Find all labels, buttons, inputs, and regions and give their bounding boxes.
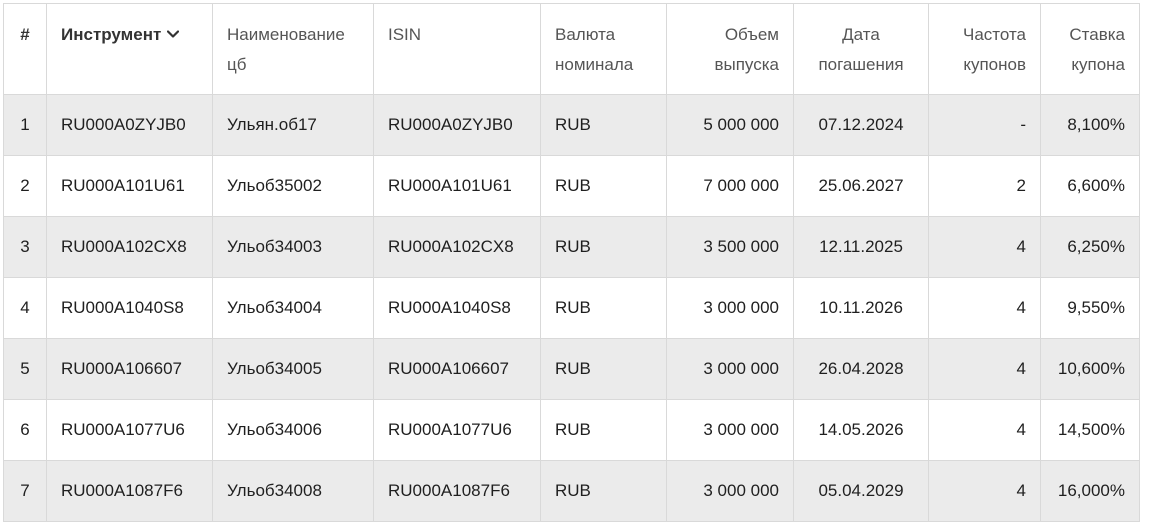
cell-isin: RU000A0ZYJB0 xyxy=(373,94,541,156)
cell-volume: 3 000 000 xyxy=(666,277,794,339)
cell-frequency: 4 xyxy=(928,338,1041,400)
column-header-instrument[interactable]: Инструмент xyxy=(46,3,213,95)
chevron-down-icon[interactable] xyxy=(167,30,180,38)
cell-instrument: RU000A1077U6 xyxy=(46,399,213,461)
cell-instrument: RU000A102CX8 xyxy=(46,216,213,278)
cell-maturity: 05.04.2029 xyxy=(793,460,929,522)
cell-maturity: 10.11.2026 xyxy=(793,277,929,339)
cell-rate: 16,000% xyxy=(1040,460,1140,522)
table-row: 7 RU000A1087F6 Ульоб34008 RU000A1087F6 R… xyxy=(3,460,1140,522)
cell-name: Ульоб34006 xyxy=(212,399,374,461)
cell-currency: RUB xyxy=(540,94,667,156)
cell-volume: 3 000 000 xyxy=(666,399,794,461)
table-row: 4 RU000A1040S8 Ульоб34004 RU000A1040S8 R… xyxy=(3,277,1140,339)
cell-instrument: RU000A1087F6 xyxy=(46,460,213,522)
cell-index: 7 xyxy=(3,460,47,522)
cell-name: Ульян.об17 xyxy=(212,94,374,156)
cell-rate: 9,550% xyxy=(1040,277,1140,339)
cell-name: Ульоб34003 xyxy=(212,216,374,278)
cell-rate: 6,250% xyxy=(1040,216,1140,278)
cell-volume: 3 000 000 xyxy=(666,460,794,522)
cell-index: 1 xyxy=(3,94,47,156)
cell-instrument: RU000A101U61 xyxy=(46,155,213,217)
cell-frequency: - xyxy=(928,94,1041,156)
cell-name: Ульоб35002 xyxy=(212,155,374,217)
cell-maturity: 07.12.2024 xyxy=(793,94,929,156)
bonds-table: # Инструмент Наименование цб ISIN Валюта… xyxy=(3,3,1140,522)
cell-isin: RU000A106607 xyxy=(373,338,541,400)
cell-frequency: 4 xyxy=(928,399,1041,461)
cell-index: 6 xyxy=(3,399,47,461)
table-row: 1 RU000A0ZYJB0 Ульян.об17 RU000A0ZYJB0 R… xyxy=(3,94,1140,156)
cell-rate: 8,100% xyxy=(1040,94,1140,156)
column-header-currency[interactable]: Валюта номинала xyxy=(540,3,667,95)
cell-instrument: RU000A0ZYJB0 xyxy=(46,94,213,156)
cell-index: 2 xyxy=(3,155,47,217)
cell-isin: RU000A1077U6 xyxy=(373,399,541,461)
cell-frequency: 4 xyxy=(928,277,1041,339)
cell-volume: 5 000 000 xyxy=(666,94,794,156)
column-header-index: # xyxy=(3,3,47,95)
cell-volume: 3 500 000 xyxy=(666,216,794,278)
cell-maturity: 14.05.2026 xyxy=(793,399,929,461)
cell-volume: 7 000 000 xyxy=(666,155,794,217)
cell-currency: RUB xyxy=(540,155,667,217)
cell-isin: RU000A102CX8 xyxy=(373,216,541,278)
table-body: 1 RU000A0ZYJB0 Ульян.об17 RU000A0ZYJB0 R… xyxy=(3,94,1140,522)
table-row: 3 RU000A102CX8 Ульоб34003 RU000A102CX8 R… xyxy=(3,216,1140,278)
cell-maturity: 26.04.2028 xyxy=(793,338,929,400)
bonds-table-container: # Инструмент Наименование цб ISIN Валюта… xyxy=(3,3,1140,522)
cell-maturity: 12.11.2025 xyxy=(793,216,929,278)
cell-name: Ульоб34005 xyxy=(212,338,374,400)
cell-instrument: RU000A1040S8 xyxy=(46,277,213,339)
cell-currency: RUB xyxy=(540,399,667,461)
cell-rate: 6,600% xyxy=(1040,155,1140,217)
column-header-maturity[interactable]: Дата погашения xyxy=(793,3,929,95)
cell-maturity: 25.06.2027 xyxy=(793,155,929,217)
cell-index: 4 xyxy=(3,277,47,339)
cell-index: 3 xyxy=(3,216,47,278)
cell-currency: RUB xyxy=(540,338,667,400)
cell-name: Ульоб34004 xyxy=(212,277,374,339)
table-header: # Инструмент Наименование цб ISIN Валюта… xyxy=(3,3,1140,95)
column-header-volume[interactable]: Объем выпуска xyxy=(666,3,794,95)
table-row: 5 RU000A106607 Ульоб34005 RU000A106607 R… xyxy=(3,338,1140,400)
cell-rate: 14,500% xyxy=(1040,399,1140,461)
cell-name: Ульоб34008 xyxy=(212,460,374,522)
cell-isin: RU000A1040S8 xyxy=(373,277,541,339)
cell-isin: RU000A101U61 xyxy=(373,155,541,217)
cell-frequency: 2 xyxy=(928,155,1041,217)
cell-isin: RU000A1087F6 xyxy=(373,460,541,522)
column-header-frequency[interactable]: Частота купонов xyxy=(928,3,1041,95)
table-row: 2 RU000A101U61 Ульоб35002 RU000A101U61 R… xyxy=(3,155,1140,217)
table-row: 6 RU000A1077U6 Ульоб34006 RU000A1077U6 R… xyxy=(3,399,1140,461)
cell-instrument: RU000A106607 xyxy=(46,338,213,400)
column-header-rate[interactable]: Ставка купона xyxy=(1040,3,1140,95)
cell-index: 5 xyxy=(3,338,47,400)
cell-currency: RUB xyxy=(540,460,667,522)
header-row: # Инструмент Наименование цб ISIN Валюта… xyxy=(3,3,1140,95)
cell-frequency: 4 xyxy=(928,216,1041,278)
cell-currency: RUB xyxy=(540,216,667,278)
cell-volume: 3 000 000 xyxy=(666,338,794,400)
cell-rate: 10,600% xyxy=(1040,338,1140,400)
cell-currency: RUB xyxy=(540,277,667,339)
cell-frequency: 4 xyxy=(928,460,1041,522)
column-header-isin[interactable]: ISIN xyxy=(373,3,541,95)
column-header-name[interactable]: Наименование цб xyxy=(212,3,374,95)
